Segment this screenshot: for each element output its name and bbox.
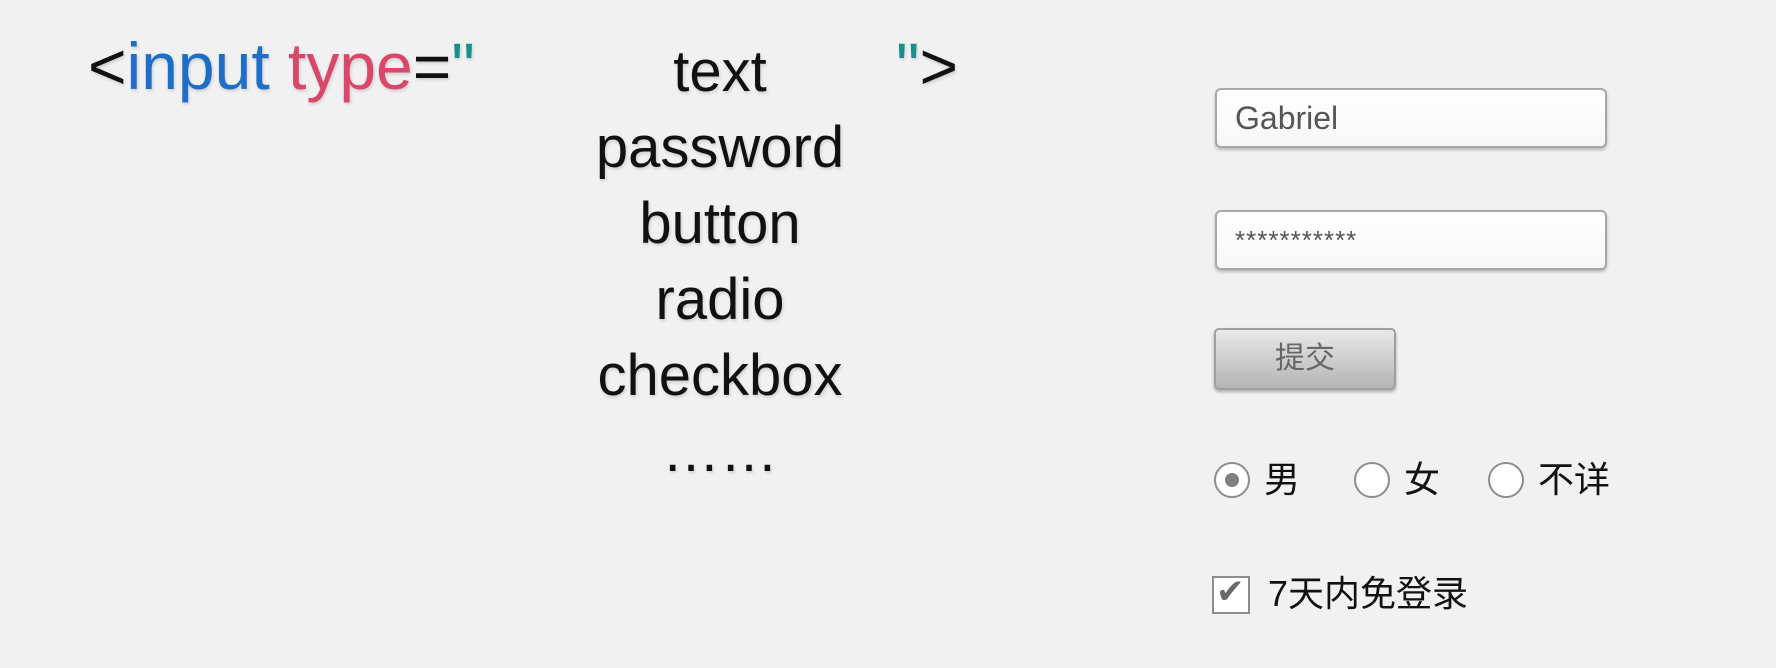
equals-sign: = — [412, 29, 452, 103]
type-item-text: text — [673, 39, 767, 104]
attr-name: type — [288, 29, 413, 103]
remember-checkbox-label: 7天内免登录 — [1268, 573, 1469, 614]
name-input[interactable]: Gabriel — [1215, 88, 1607, 148]
close-bracket: > — [919, 29, 958, 103]
code-close: "> — [896, 28, 958, 104]
radio-female-label: 女 — [1404, 459, 1441, 500]
tag-name: input — [126, 29, 270, 103]
password-input[interactable]: *********** — [1215, 210, 1607, 270]
radio-male-label: 男 — [1264, 459, 1301, 500]
checkmark-icon: ✔ — [1216, 573, 1245, 611]
type-item-button: button — [639, 191, 801, 256]
close-quote: " — [896, 29, 920, 103]
type-item-radio: radio — [655, 267, 785, 332]
radio-unknown-label: 不详 — [1538, 459, 1611, 500]
type-item-ellipsis: …… — [662, 419, 778, 484]
submit-button[interactable]: 提交 — [1214, 328, 1396, 390]
radio-male-circle[interactable] — [1214, 462, 1250, 498]
open-quote: " — [451, 29, 475, 103]
radio-female-circle[interactable] — [1354, 462, 1390, 498]
type-item-password: password — [595, 115, 845, 180]
open-bracket: < — [88, 29, 127, 103]
type-list: text password button radio checkbox …… — [560, 34, 880, 490]
code-snippet: <input type=" "> — [88, 28, 958, 104]
radio-unknown-circle[interactable] — [1488, 462, 1524, 498]
type-item-checkbox: checkbox — [597, 343, 843, 408]
remember-checkbox[interactable]: ✔ — [1212, 573, 1250, 614]
